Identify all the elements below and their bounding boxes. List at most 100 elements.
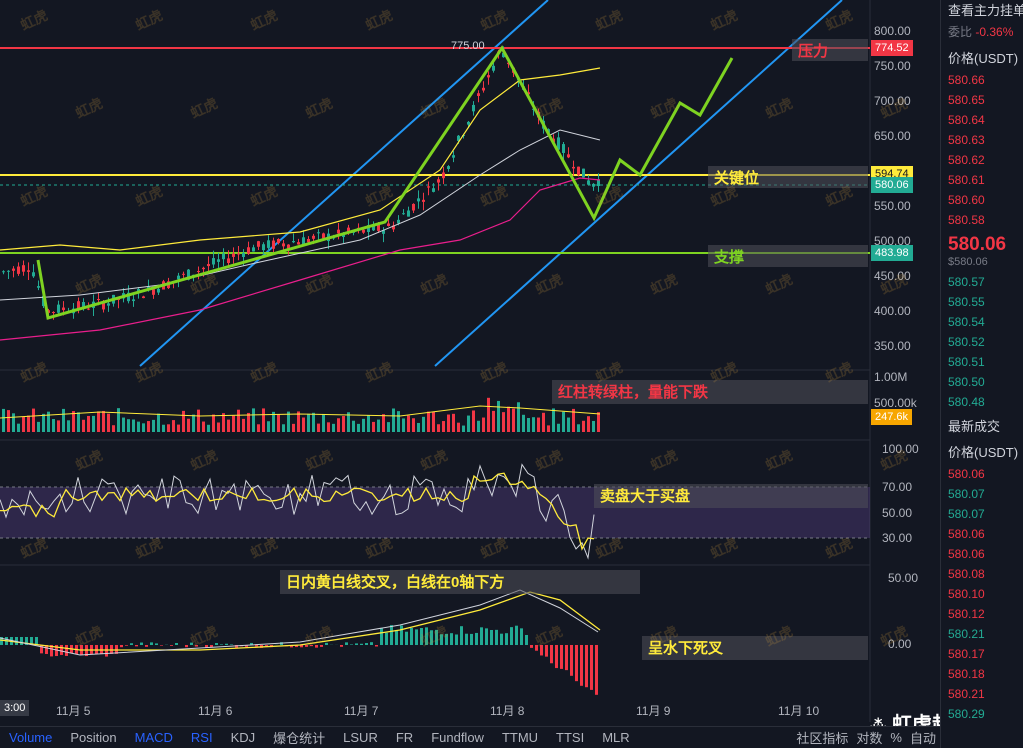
volume-axis-tick: 500.00k xyxy=(874,396,917,410)
price-header: 价格(USDT) xyxy=(948,51,1019,66)
volume-bar xyxy=(262,408,265,432)
volume-bar xyxy=(197,409,200,432)
bid-row[interactable]: 580.57 xyxy=(941,272,1023,292)
candle-body xyxy=(197,271,200,273)
volume-bar xyxy=(227,419,230,432)
ask-row[interactable]: 580.65 xyxy=(941,90,1023,110)
rsi-axis-tick: 70.00 xyxy=(882,480,913,494)
rsi-axis-tick: 30.00 xyxy=(882,531,913,545)
macd-bar xyxy=(210,645,213,647)
candle-body xyxy=(492,65,495,71)
volume-bar xyxy=(577,424,580,432)
volume-annotation: 红柱转绿柱，量能下跌 xyxy=(552,380,868,404)
toolbar-right-item[interactable]: 自动 xyxy=(906,728,940,747)
volume-bar xyxy=(487,397,490,432)
candle-body xyxy=(337,229,340,234)
volume-bar xyxy=(142,423,145,432)
toolbar-item-macd[interactable]: MACD xyxy=(126,730,182,745)
toolbar-right-item[interactable]: 对数 xyxy=(852,728,886,747)
bid-row[interactable]: 580.54 xyxy=(941,312,1023,332)
volume-bar xyxy=(507,406,510,432)
ask-row[interactable]: 580.60 xyxy=(941,190,1023,210)
volume-bar xyxy=(307,413,310,432)
volume-bar xyxy=(192,414,195,432)
macd-bar xyxy=(150,642,153,645)
ask-row[interactable]: 580.66 xyxy=(941,70,1023,90)
toolbar-item-mlr[interactable]: MLR xyxy=(593,730,638,745)
trade-row: 580.06 xyxy=(948,547,985,561)
chart-area[interactable]: 800.00750.00700.00650.00600.00550.00500.… xyxy=(0,0,940,722)
candle-body xyxy=(592,183,595,187)
volume-bar xyxy=(557,423,560,432)
candle-body xyxy=(427,186,430,188)
volume-bar xyxy=(62,408,65,432)
bid-row[interactable]: 580.48 xyxy=(941,392,1023,412)
macd-bar xyxy=(480,627,483,645)
volume-bar xyxy=(567,417,570,432)
volume-value-tag: 247.6k xyxy=(871,409,913,425)
volume-bar xyxy=(182,410,185,432)
candle-body xyxy=(272,240,275,249)
macd-bar xyxy=(475,632,478,645)
toolbar-item-fr[interactable]: FR xyxy=(387,730,422,745)
toolbar-item-rsi[interactable]: RSI xyxy=(182,730,222,745)
volume-bar xyxy=(107,413,110,432)
macd-bar xyxy=(490,630,493,645)
toolbar-item-lsur[interactable]: LSUR xyxy=(334,730,387,745)
ask-row[interactable]: 580.58 xyxy=(941,210,1023,230)
toolbar-item-爆仓统计[interactable]: 爆仓统计 xyxy=(264,728,334,747)
macd-bar xyxy=(170,645,173,646)
price-axis-tick: 550.00 xyxy=(874,199,911,213)
volume-bar xyxy=(312,412,315,432)
macd-bar xyxy=(445,633,448,645)
ask-row[interactable]: 580.62 xyxy=(941,150,1023,170)
macd-bar xyxy=(350,644,353,645)
volume-bar xyxy=(57,420,60,432)
toolbar-item-kdj[interactable]: KDJ xyxy=(222,730,265,745)
chart-canvas[interactable] xyxy=(0,0,940,722)
macd-bar xyxy=(595,645,598,695)
candle-body xyxy=(412,203,415,211)
volume-bar xyxy=(72,411,75,432)
candle-body xyxy=(267,240,270,248)
volume-bar xyxy=(152,419,155,432)
trades-title: 最新成交 xyxy=(948,419,1001,434)
toolbar-item-volume[interactable]: Volume xyxy=(0,730,61,745)
candle-body xyxy=(27,270,30,272)
toolbar-item-ttsi[interactable]: TTSI xyxy=(547,730,593,745)
toolbar-item-fundflow[interactable]: Fundflow xyxy=(422,730,493,745)
candle-body xyxy=(587,180,590,185)
ask-row[interactable]: 580.63 xyxy=(941,130,1023,150)
volume-bar xyxy=(17,423,20,432)
macd-bar xyxy=(555,645,558,669)
bid-row[interactable]: 580.55 xyxy=(941,292,1023,312)
candle-body xyxy=(422,199,425,202)
macd-bar xyxy=(175,643,178,645)
bid-row[interactable]: 580.51 xyxy=(941,352,1023,372)
x-tick: 11月 7 xyxy=(344,704,379,718)
ask-row[interactable]: 580.64 xyxy=(941,110,1023,130)
toolbar-right-item[interactable]: % xyxy=(886,730,906,745)
volume-bar xyxy=(67,420,70,432)
candle-body xyxy=(397,219,400,224)
bid-list: 580.57 580.55 580.54 580.52 580.51 580.50 580.… xyxy=(941,272,1023,412)
volume-axis-tick: 1.00M xyxy=(874,370,908,384)
macd-bar xyxy=(575,645,578,682)
macd-bar xyxy=(160,645,163,646)
toolbar-item-ttmu[interactable]: TTMU xyxy=(493,730,547,745)
volume-bar xyxy=(32,408,35,432)
volume-bar xyxy=(382,414,385,432)
toolbar-item-position[interactable]: Position xyxy=(61,730,125,745)
bid-row[interactable]: 580.50 xyxy=(941,372,1023,392)
bid-row[interactable]: 580.52 xyxy=(941,332,1023,352)
volume-bar xyxy=(327,422,330,432)
candle-body xyxy=(217,259,220,262)
volume-bar xyxy=(82,419,85,432)
macd-bar xyxy=(515,625,518,645)
candle-body xyxy=(107,303,110,306)
toolbar-right-item[interactable]: 社区指标 xyxy=(792,728,852,747)
orderbook-title[interactable]: 查看主力挂单 xyxy=(941,0,1023,22)
key-level-annotation: 关键位 xyxy=(708,166,868,188)
ask-row[interactable]: 580.61 xyxy=(941,170,1023,190)
volume-bar xyxy=(177,424,180,432)
